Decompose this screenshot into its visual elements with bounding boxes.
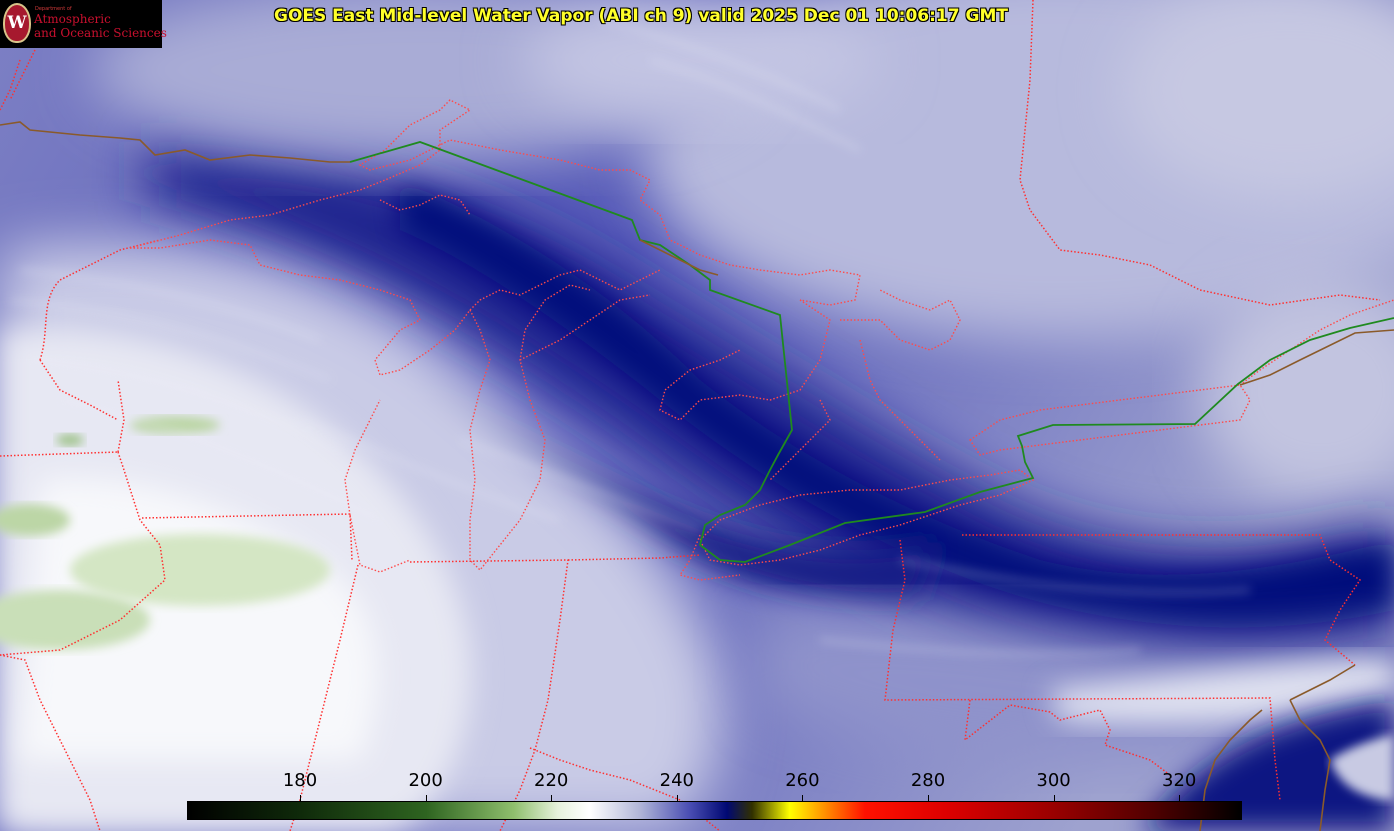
- colorbar-tick-mark: [928, 795, 929, 801]
- logo-line-2: and Oceanic Sciences: [34, 26, 167, 40]
- colorbar-tick-mark: [425, 795, 427, 801]
- colorbar-tick-mark: [1053, 795, 1055, 801]
- colorbar-tick-mark: [676, 795, 678, 801]
- water-vapor-satellite-image: [0, 0, 1394, 831]
- colorbar-tick-mark: [802, 795, 804, 801]
- colorbar-tick-mark: [1179, 795, 1181, 801]
- colorbar-tick-label: 260: [785, 770, 820, 791]
- university-seal-icon: W: [3, 3, 31, 43]
- department-logo: W Department of Atmospheric and Oceanic …: [0, 0, 167, 48]
- brightness-temperature-colorbar: [187, 801, 1242, 820]
- image-title: GOES East Mid-level Water Vapor (ABI ch …: [274, 6, 1008, 26]
- colorbar-tick-mark: [551, 795, 553, 801]
- colorbar-tick-label: 300: [1036, 770, 1071, 791]
- colorbar-tick-label: 320: [1162, 770, 1197, 791]
- logo-line-1: Atmospheric: [34, 12, 111, 26]
- colorbar-tick-label: 280: [910, 770, 946, 791]
- colorbar-tick-label: 180: [282, 770, 318, 791]
- colorbar-tick-label: 220: [534, 770, 569, 791]
- colorbar-tick-label: 240: [659, 770, 694, 791]
- colorbar-tick-label: 200: [408, 770, 443, 791]
- colorbar-tick-mark: [300, 795, 302, 801]
